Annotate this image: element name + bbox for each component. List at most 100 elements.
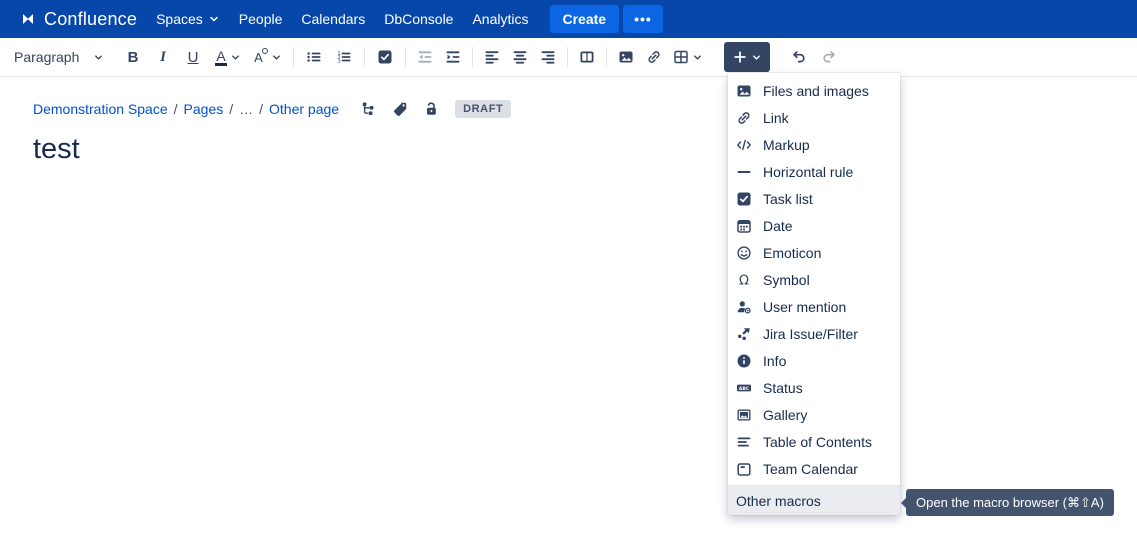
- bold-button[interactable]: B: [118, 42, 148, 72]
- svg-text:ABC: ABC: [739, 385, 750, 391]
- insert-more-content-button[interactable]: [724, 42, 770, 72]
- breadcrumb-pages-link[interactable]: Pages: [184, 101, 224, 117]
- bullet-list-button[interactable]: [299, 42, 329, 72]
- date-icon: [736, 218, 752, 234]
- underline-button[interactable]: U: [178, 42, 208, 72]
- image-icon: [736, 83, 752, 99]
- menu-item[interactable]: Table of Contents: [728, 428, 900, 455]
- task-list-icon: [377, 49, 393, 65]
- page-layout-icon: [579, 49, 595, 65]
- italic-button[interactable]: I: [148, 42, 178, 72]
- breadcrumb-page-link[interactable]: Other page: [269, 101, 339, 117]
- task-list-button[interactable]: [370, 42, 400, 72]
- align-right-button[interactable]: [534, 42, 562, 72]
- menu-item[interactable]: Jira Issue/Filter: [728, 320, 900, 347]
- editor-toolbar: Paragraph B I U A A 123: [0, 38, 1137, 77]
- indent-button[interactable]: [439, 42, 467, 72]
- insert-link-button[interactable]: [640, 42, 668, 72]
- page-title[interactable]: test: [33, 133, 80, 166]
- menu-item[interactable]: ABC Status: [728, 374, 900, 401]
- confluence-editor-screen: Confluence Spaces People Calendars DbCon…: [0, 0, 1137, 556]
- confluence-logo[interactable]: Confluence: [20, 9, 137, 30]
- gallery-icon: [736, 407, 752, 423]
- menu-item-other-macros[interactable]: Other macros: [728, 486, 900, 515]
- team-calendar-icon: [736, 461, 752, 477]
- horizontal-rule-icon: [736, 164, 752, 180]
- menu-item[interactable]: Info: [728, 347, 900, 374]
- menu-item[interactable]: Date: [728, 212, 900, 239]
- superscript-ring-icon: [262, 48, 268, 54]
- label-tag-icon[interactable]: [392, 101, 408, 117]
- outdent-button[interactable]: [411, 42, 439, 72]
- nav-item-people[interactable]: People: [239, 11, 283, 27]
- insert-dropdown-menu: Files and images Link Markup Horizontal …: [728, 73, 900, 515]
- table-icon: [673, 49, 689, 65]
- chevron-down-icon: [271, 52, 282, 63]
- chevron-down-icon: [230, 52, 241, 63]
- chevron-down-icon: [93, 52, 104, 63]
- nav-item-calendars[interactable]: Calendars: [301, 11, 365, 27]
- menu-item[interactable]: Emoticon: [728, 239, 900, 266]
- more-formatting-button[interactable]: A: [248, 42, 288, 72]
- logo-text: Confluence: [44, 9, 137, 30]
- indent-icon: [445, 49, 461, 65]
- breadcrumb-space-link[interactable]: Demonstration Space: [33, 101, 168, 117]
- undo-icon: [791, 49, 807, 65]
- insert-image-button[interactable]: [612, 42, 640, 72]
- nav-item-spaces[interactable]: Spaces: [156, 11, 220, 27]
- toolbar-divider: [364, 47, 365, 67]
- page-tree-icon[interactable]: [361, 101, 377, 117]
- page-layout-button[interactable]: [573, 42, 601, 72]
- markup-icon: [736, 137, 752, 153]
- insert-menu-list: Files and images Link Markup Horizontal …: [728, 77, 900, 482]
- menu-item[interactable]: Link: [728, 104, 900, 131]
- align-right-icon: [540, 49, 556, 65]
- draft-status-badge: DRAFT: [455, 100, 511, 118]
- menu-item[interactable]: Ω Symbol: [728, 266, 900, 293]
- redo-icon: [821, 49, 837, 65]
- undo-button[interactable]: [784, 42, 814, 72]
- align-center-button[interactable]: [506, 42, 534, 72]
- toolbar-divider: [606, 47, 607, 67]
- nav-item-dbconsole[interactable]: DbConsole: [384, 11, 453, 27]
- paragraph-style-dropdown[interactable]: Paragraph: [12, 42, 106, 72]
- align-left-button[interactable]: [478, 42, 506, 72]
- plus-icon: [733, 50, 747, 64]
- menu-item[interactable]: Task list: [728, 185, 900, 212]
- create-button[interactable]: Create: [550, 5, 620, 33]
- breadcrumb: Demonstration Space / Pages / … / Other …: [33, 100, 511, 118]
- numbered-list-button[interactable]: 123: [329, 42, 359, 72]
- outdent-icon: [417, 49, 433, 65]
- menu-item[interactable]: Files and images: [728, 77, 900, 104]
- menu-item[interactable]: Team Calendar: [728, 455, 900, 482]
- page-meta-icons: [361, 101, 439, 117]
- menu-item[interactable]: Horizontal rule: [728, 158, 900, 185]
- chevron-down-icon: [208, 13, 220, 25]
- toolbar-divider: [293, 47, 294, 67]
- text-color-button[interactable]: A: [208, 42, 248, 72]
- menu-item[interactable]: Gallery: [728, 401, 900, 428]
- align-center-icon: [512, 49, 528, 65]
- link-icon: [646, 49, 662, 65]
- user-mention-icon: [736, 299, 752, 315]
- menu-item[interactable]: User mention: [728, 293, 900, 320]
- unlock-icon[interactable]: [423, 101, 439, 117]
- macro-browser-tooltip: Open the macro browser (⌘⇧A): [906, 489, 1114, 516]
- bullet-list-icon: [306, 49, 322, 65]
- nav-more-button[interactable]: •••: [623, 5, 663, 33]
- symbol-icon: Ω: [736, 272, 752, 288]
- redo-button[interactable]: [814, 42, 844, 72]
- nav-item-analytics[interactable]: Analytics: [472, 11, 528, 27]
- emoticon-icon: [736, 245, 752, 261]
- breadcrumb-ellipsis[interactable]: …: [239, 101, 253, 117]
- toolbar-divider: [567, 47, 568, 67]
- confluence-logo-icon: [20, 11, 36, 27]
- svg-text:3: 3: [337, 59, 340, 65]
- menu-item[interactable]: Markup: [728, 131, 900, 158]
- insert-table-button[interactable]: [668, 42, 708, 72]
- info-icon: [736, 353, 752, 369]
- nav-items: Spaces People Calendars DbConsole Analyt…: [156, 11, 528, 27]
- toolbar-divider: [405, 47, 406, 67]
- image-icon: [618, 49, 634, 65]
- align-left-icon: [484, 49, 500, 65]
